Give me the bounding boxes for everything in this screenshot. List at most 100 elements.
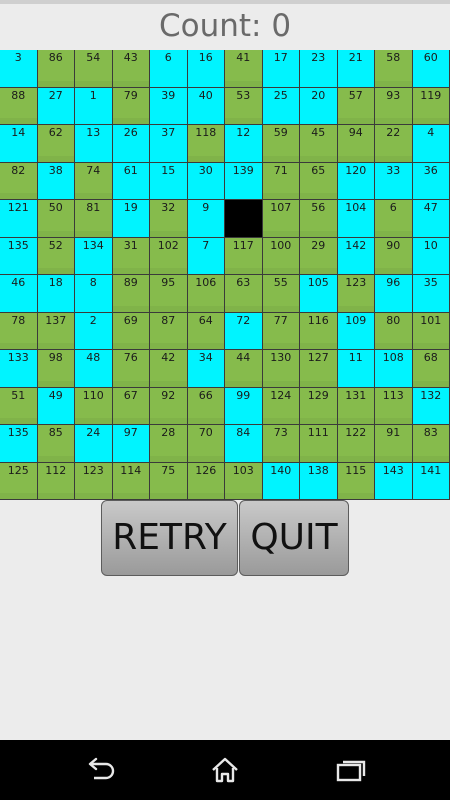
puzzle-tile[interactable]: 137 xyxy=(37,312,75,350)
puzzle-tile[interactable]: 98 xyxy=(37,350,75,388)
puzzle-tile[interactable]: 59 xyxy=(262,125,300,163)
puzzle-tile[interactable]: 19 xyxy=(112,200,150,238)
puzzle-tile[interactable]: 44 xyxy=(225,350,263,388)
puzzle-tile[interactable]: 112 xyxy=(37,462,75,500)
recent-apps-icon[interactable] xyxy=(334,755,368,785)
puzzle-tile[interactable]: 80 xyxy=(375,312,413,350)
puzzle-tile[interactable]: 140 xyxy=(262,462,300,500)
puzzle-tile[interactable]: 103 xyxy=(225,462,263,500)
puzzle-tile[interactable]: 101 xyxy=(412,312,450,350)
puzzle-tile[interactable]: 115 xyxy=(337,462,375,500)
puzzle-tile[interactable]: 72 xyxy=(225,312,263,350)
puzzle-tile[interactable]: 73 xyxy=(262,425,300,463)
puzzle-tile[interactable]: 6 xyxy=(375,200,413,238)
puzzle-tile[interactable]: 74 xyxy=(75,162,113,200)
puzzle-tile[interactable]: 63 xyxy=(225,275,263,313)
puzzle-tile[interactable]: 46 xyxy=(0,275,38,313)
puzzle-tile[interactable]: 83 xyxy=(412,425,450,463)
puzzle-tile[interactable]: 36 xyxy=(412,162,450,200)
puzzle-tile[interactable]: 84 xyxy=(225,425,263,463)
puzzle-tile[interactable]: 86 xyxy=(37,50,75,88)
puzzle-tile[interactable]: 30 xyxy=(187,162,225,200)
puzzle-tile[interactable]: 70 xyxy=(187,425,225,463)
puzzle-tile[interactable]: 21 xyxy=(337,50,375,88)
puzzle-tile[interactable]: 68 xyxy=(412,350,450,388)
puzzle-tile[interactable]: 61 xyxy=(112,162,150,200)
puzzle-tile[interactable]: 130 xyxy=(262,350,300,388)
puzzle-tile[interactable]: 10 xyxy=(412,237,450,275)
puzzle-tile[interactable]: 39 xyxy=(150,87,188,125)
puzzle-tile[interactable]: 133 xyxy=(0,350,38,388)
puzzle-tile[interactable]: 123 xyxy=(75,462,113,500)
puzzle-tile[interactable]: 62 xyxy=(37,125,75,163)
puzzle-tile[interactable]: 138 xyxy=(300,462,338,500)
puzzle-tile[interactable]: 89 xyxy=(112,275,150,313)
puzzle-tile[interactable]: 88 xyxy=(0,87,38,125)
puzzle-tile[interactable]: 106 xyxy=(187,275,225,313)
puzzle-tile[interactable]: 131 xyxy=(337,387,375,425)
puzzle-tile[interactable]: 119 xyxy=(412,87,450,125)
puzzle-tile[interactable]: 99 xyxy=(225,387,263,425)
puzzle-tile[interactable]: 53 xyxy=(225,87,263,125)
puzzle-tile[interactable]: 78 xyxy=(0,312,38,350)
puzzle-tile[interactable]: 142 xyxy=(337,237,375,275)
puzzle-tile[interactable]: 124 xyxy=(262,387,300,425)
puzzle-tile[interactable]: 108 xyxy=(375,350,413,388)
puzzle-tile[interactable]: 75 xyxy=(150,462,188,500)
puzzle-tile[interactable]: 20 xyxy=(300,87,338,125)
puzzle-tile[interactable]: 23 xyxy=(300,50,338,88)
puzzle-tile[interactable]: 51 xyxy=(0,387,38,425)
puzzle-tile[interactable]: 4 xyxy=(412,125,450,163)
puzzle-tile[interactable]: 56 xyxy=(300,200,338,238)
quit-button[interactable]: QUIT xyxy=(239,500,349,576)
puzzle-tile[interactable]: 141 xyxy=(412,462,450,500)
puzzle-tile[interactable]: 67 xyxy=(112,387,150,425)
puzzle-tile[interactable]: 82 xyxy=(0,162,38,200)
puzzle-tile[interactable]: 12 xyxy=(225,125,263,163)
puzzle-tile[interactable]: 38 xyxy=(37,162,75,200)
puzzle-tile[interactable]: 139 xyxy=(225,162,263,200)
puzzle-tile[interactable]: 122 xyxy=(337,425,375,463)
back-icon[interactable] xyxy=(84,755,118,785)
puzzle-tile[interactable]: 31 xyxy=(112,237,150,275)
puzzle-tile[interactable]: 96 xyxy=(375,275,413,313)
empty-slot[interactable] xyxy=(225,200,263,238)
puzzle-tile[interactable]: 134 xyxy=(75,237,113,275)
puzzle-tile[interactable]: 22 xyxy=(375,125,413,163)
puzzle-tile[interactable]: 132 xyxy=(412,387,450,425)
puzzle-tile[interactable]: 109 xyxy=(337,312,375,350)
puzzle-tile[interactable]: 105 xyxy=(300,275,338,313)
puzzle-tile[interactable]: 24 xyxy=(75,425,113,463)
puzzle-tile[interactable]: 120 xyxy=(337,162,375,200)
puzzle-tile[interactable]: 45 xyxy=(300,125,338,163)
puzzle-tile[interactable]: 35 xyxy=(412,275,450,313)
puzzle-tile[interactable]: 9 xyxy=(187,200,225,238)
puzzle-tile[interactable]: 49 xyxy=(37,387,75,425)
puzzle-tile[interactable]: 14 xyxy=(0,125,38,163)
puzzle-tile[interactable]: 126 xyxy=(187,462,225,500)
puzzle-tile[interactable]: 55 xyxy=(262,275,300,313)
puzzle-tile[interactable]: 32 xyxy=(150,200,188,238)
puzzle-tile[interactable]: 26 xyxy=(112,125,150,163)
puzzle-tile[interactable]: 3 xyxy=(0,50,38,88)
puzzle-tile[interactable]: 66 xyxy=(187,387,225,425)
puzzle-tile[interactable]: 94 xyxy=(337,125,375,163)
puzzle-tile[interactable]: 65 xyxy=(300,162,338,200)
puzzle-tile[interactable]: 42 xyxy=(150,350,188,388)
puzzle-tile[interactable]: 118 xyxy=(187,125,225,163)
puzzle-tile[interactable]: 114 xyxy=(112,462,150,500)
puzzle-tile[interactable]: 81 xyxy=(75,200,113,238)
puzzle-tile[interactable]: 17 xyxy=(262,50,300,88)
puzzle-tile[interactable]: 113 xyxy=(375,387,413,425)
puzzle-tile[interactable]: 90 xyxy=(375,237,413,275)
retry-button[interactable]: RETRY xyxy=(101,500,238,576)
puzzle-tile[interactable]: 6 xyxy=(150,50,188,88)
puzzle-tile[interactable]: 2 xyxy=(75,312,113,350)
puzzle-tile[interactable]: 52 xyxy=(37,237,75,275)
puzzle-tile[interactable]: 92 xyxy=(150,387,188,425)
puzzle-tile[interactable]: 77 xyxy=(262,312,300,350)
puzzle-tile[interactable]: 135 xyxy=(0,425,38,463)
puzzle-tile[interactable]: 123 xyxy=(337,275,375,313)
puzzle-tile[interactable]: 8 xyxy=(75,275,113,313)
puzzle-tile[interactable]: 37 xyxy=(150,125,188,163)
